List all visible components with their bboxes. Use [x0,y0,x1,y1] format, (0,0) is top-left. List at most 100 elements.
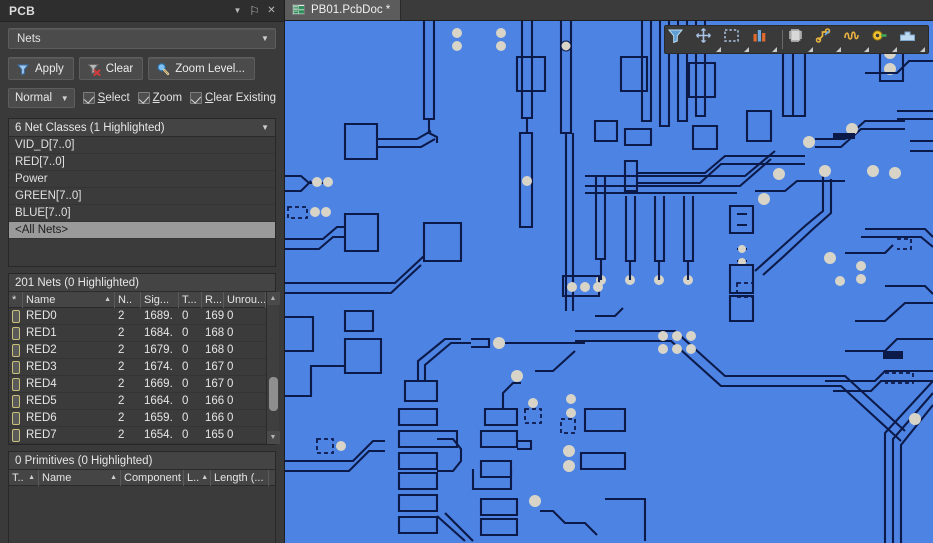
via-tool[interactable] [871,27,898,52]
net-color-swatch[interactable] [9,342,23,359]
table-row[interactable]: RED5 2 1664. 0 166 0 [9,393,266,410]
nets-column-label: R... [205,293,223,306]
cell-r: 168 [205,343,224,356]
cell-t: 0 [182,377,189,390]
table-row[interactable]: RED6 2 1659. 0 166 0 [9,410,266,427]
clear-existing-checkbox[interactable]: Clear Existing [190,92,276,104]
nets-column-label: Unrou... [227,293,266,306]
apply-button[interactable]: Apply [8,57,74,80]
dropdown-arrow-icon[interactable] [744,47,749,52]
panel-close-button[interactable]: ✕ [263,2,280,19]
nets-table-body[interactable]: RED0 2 1689. 0 169 0 RED1 2 1684. 0 168 0 RED2 2 1679.… [9,308,266,444]
clear-filter-icon [87,62,101,76]
checkbox-box [137,92,150,104]
primitives-column-header[interactable]: Name ▲ [39,469,121,486]
net-color-swatch[interactable] [9,376,23,393]
nets-column-header[interactable]: Sig... [141,291,179,308]
select-checkbox[interactable]: Select [82,92,130,104]
component-tool[interactable] [787,27,814,52]
scrollbar-thumb[interactable] [268,377,278,411]
cell-name: RED3 [26,360,57,373]
net-classes-header[interactable]: 6 Net Classes (1 Highlighted) ▼ [9,119,275,137]
nets-table-header[interactable]: * Name ▲ N.. Sig... T... R... Unrou... [9,291,266,308]
nets-column-header[interactable]: Name ▲ [23,291,115,308]
cell-r: 168 [205,326,224,339]
net-color-swatch[interactable] [9,308,23,325]
route-tool[interactable] [815,27,842,52]
dropdown-arrow-icon[interactable] [772,47,777,52]
panel-menu-button[interactable]: ▼ [229,2,246,19]
sort-ascending-icon: ▲ [28,473,35,481]
primitives-table-body[interactable] [9,486,275,543]
nets-column-header[interactable]: R... [202,291,224,308]
cell-signal: 1684. [144,326,173,339]
net-class-item[interactable]: RED[7..0] [9,154,275,171]
dropdown-arrow-icon[interactable] [808,47,813,52]
net-color-swatch[interactable] [9,359,23,376]
net-color-swatch[interactable] [9,410,23,427]
zoom-checkbox-label: Zoom [152,92,183,104]
net-class-item[interactable]: VID_D[7..0] [9,137,275,154]
dropdown-arrow-icon[interactable] [716,47,721,52]
polygon-tool[interactable] [899,27,926,52]
color-swatch-icon [12,326,20,340]
cell-name: RED7 [26,428,57,441]
net-classes-list[interactable]: VID_D[7..0] RED[7..0] Power GREEN[7..0] BLUE… [9,137,275,266]
scrollbar-track[interactable] [267,305,280,431]
chip-icon [789,29,802,42]
primitives-column-header[interactable]: L.. ▲ [184,469,211,486]
zoom-level-button-label: Zoom Level... [175,62,245,75]
scroll-down-button[interactable]: ▼ [266,431,280,444]
pcb-canvas[interactable]: .tr { fill:none; stroke:#0c1a4a; stroke-… [285,21,933,543]
table-row[interactable]: RED0 2 1689. 0 169 0 [9,308,266,325]
net-color-swatch[interactable] [9,325,23,342]
highlight-mode-combo[interactable]: Normal ▼ [8,88,75,108]
primitives-column-header[interactable]: T.. ▲ [9,469,39,486]
cell-t: 0 [182,360,189,373]
pcb-artwork: .tr { fill:none; stroke:#0c1a4a; stroke-… [285,21,933,543]
zoom-level-button[interactable]: Zoom Level... [148,57,255,80]
clear-button[interactable]: Clear [78,57,144,80]
nets-column-header[interactable]: * [9,291,23,308]
table-row[interactable]: RED2 2 1679. 0 168 0 [9,342,266,359]
net-class-item[interactable]: GREEN[7..0] [9,188,275,205]
board-insight-tool[interactable] [751,27,778,52]
net-color-swatch[interactable] [9,393,23,410]
marquee-select-tool[interactable] [723,27,750,52]
cell-signal: 1654. [144,428,173,441]
tune-length-tool[interactable] [843,27,870,52]
net-class-item[interactable]: <All Nets> [9,222,275,239]
document-tab-pb01[interactable]: PB01.PcbDoc * [285,0,402,20]
net-class-item[interactable]: BLUE[7..0] [9,205,275,222]
table-row[interactable]: RED1 2 1684. 0 168 0 [9,325,266,342]
dropdown-arrow-icon[interactable] [892,47,897,52]
net-color-swatch[interactable] [9,427,23,444]
table-row[interactable]: RED3 2 1674. 0 167 0 [9,359,266,376]
nets-column-header[interactable]: Unrou... [224,291,266,308]
crosshair-tool[interactable] [695,27,722,52]
nets-scrollbar[interactable]: ▲ ▼ [266,292,280,444]
net-class-item[interactable]: Power [9,171,275,188]
primitives-table-header[interactable]: T.. ▲ Name ▲ Component L.. ▲ Length (... [9,469,275,486]
dropdown-arrow-icon[interactable] [864,47,869,52]
nets-column-header[interactable]: T... [179,291,202,308]
scope-combo[interactable]: Nets ▼ [8,28,276,49]
scroll-up-button[interactable]: ▲ [266,292,280,305]
primitives-column-header[interactable]: Length (... [211,469,269,486]
dropdown-arrow-icon[interactable] [920,47,925,52]
table-row[interactable]: RED7 2 1654. 0 165 0 [9,427,266,444]
cell-name: RED1 [26,326,57,339]
cell-unrouted: 0 [227,326,234,339]
table-row[interactable]: RED4 2 1669. 0 167 0 [9,376,266,393]
zoom-checkbox[interactable]: Zoom [137,92,183,104]
panel-pin-button[interactable]: ⚐ [246,2,263,19]
color-swatch-icon [12,309,20,323]
filter-tool[interactable] [667,27,694,52]
primitives-column-header[interactable]: Component [121,469,184,486]
dropdown-arrow-icon[interactable] [836,47,841,52]
nets-column-header[interactable]: N.. [115,291,141,308]
sort-ascending-icon: ▲ [104,295,111,303]
polygon-pour-icon [900,31,915,41]
clear-existing-checkbox-label: Clear Existing [205,92,276,104]
cell-name: RED4 [26,377,57,390]
